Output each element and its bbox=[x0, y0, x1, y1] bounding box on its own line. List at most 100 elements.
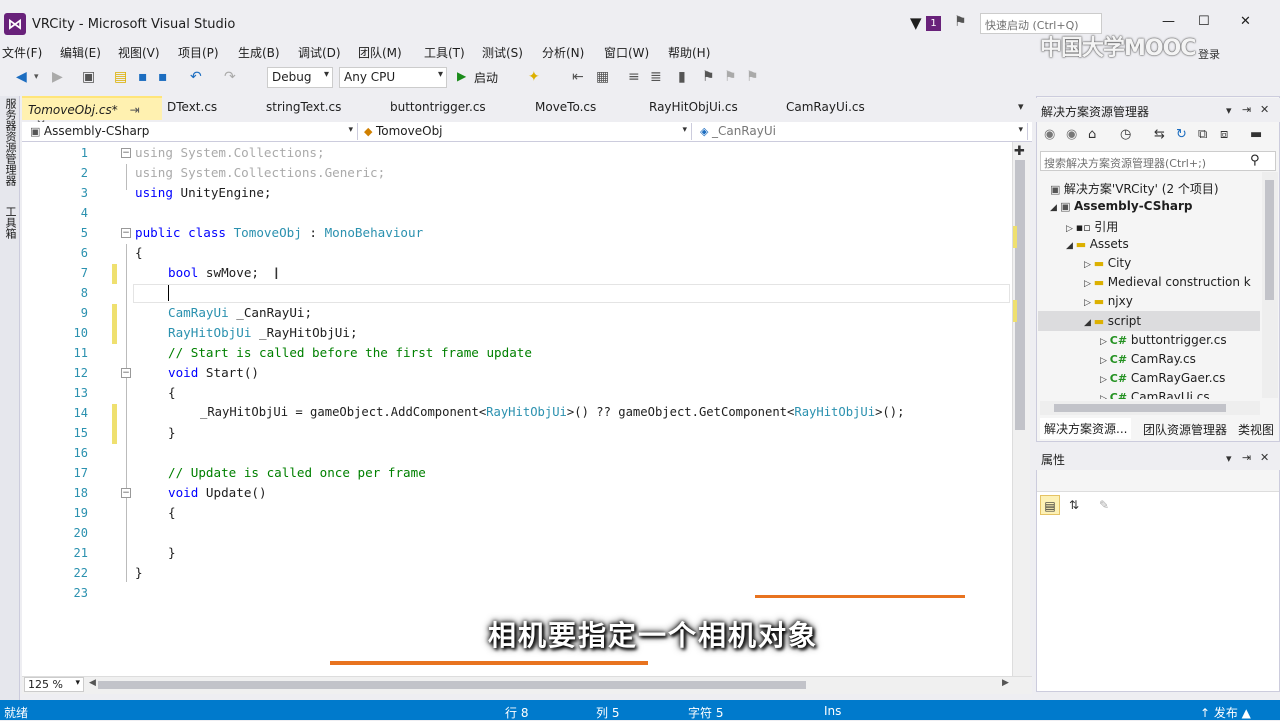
forward-icon[interactable]: ▶ bbox=[52, 69, 63, 85]
menu-help[interactable]: 帮助(H) bbox=[668, 44, 710, 61]
collapse-toggle-icon[interactable]: − bbox=[121, 368, 131, 378]
collapsed-triangle-icon[interactable]: ▷ bbox=[1084, 260, 1094, 270]
server-explorer-tab[interactable]: 服务器资源管理器 bbox=[2, 98, 18, 186]
home-icon[interactable]: ⌂ bbox=[1088, 127, 1096, 142]
split-icon[interactable]: ✚ bbox=[1014, 144, 1025, 159]
solution-search-input[interactable]: 搜索解决方案资源管理器(Ctrl+;) bbox=[1040, 151, 1276, 171]
toolbox-tab[interactable]: 工具箱 bbox=[2, 206, 18, 239]
tab-moveto[interactable]: MoveTo.cs bbox=[535, 100, 596, 114]
collapse-toggle-icon[interactable]: − bbox=[121, 148, 131, 158]
menu-tools[interactable]: 工具(T) bbox=[424, 44, 465, 61]
tree-item-assembly-csharp[interactable]: ◢ ▣ Assembly-CSharp bbox=[1050, 199, 1193, 213]
collapse-toggle-icon[interactable]: − bbox=[121, 488, 131, 498]
tab-camrayui[interactable]: CamRayUi.cs bbox=[786, 100, 865, 114]
back-icon[interactable]: ◉ bbox=[1044, 127, 1055, 142]
menu-file[interactable]: 文件(F) bbox=[2, 44, 42, 61]
menu-test[interactable]: 测试(S) bbox=[482, 44, 523, 61]
pin-icon[interactable]: ⇥ bbox=[130, 103, 140, 117]
solution-config-select[interactable]: Debug ▾ bbox=[267, 67, 333, 88]
step-icon[interactable]: ⇤ bbox=[572, 69, 584, 85]
tree-item-references[interactable]: ▷ ▪▫ 引用 bbox=[1066, 218, 1118, 235]
collapsed-triangle-icon[interactable]: ▷ bbox=[1100, 375, 1110, 385]
comment-icon[interactable]: ▦ bbox=[596, 69, 609, 85]
menu-analyze[interactable]: 分析(N) bbox=[542, 44, 584, 61]
close-panel-icon[interactable]: ✕ bbox=[1260, 103, 1269, 116]
tab-tomoveobj[interactable]: TomoveObj.cs* ⇥ ✕ bbox=[22, 96, 162, 131]
scroll-left-icon[interactable]: ◀ bbox=[89, 678, 96, 688]
login-link[interactable]: 登录 bbox=[1198, 46, 1220, 62]
expanded-triangle-icon[interactable]: ◢ bbox=[1066, 241, 1076, 251]
zoom-select[interactable]: 125 % ▾ bbox=[24, 677, 84, 692]
collapsed-triangle-icon[interactable]: ▷ bbox=[1100, 356, 1110, 366]
indent-icon[interactable]: ≡ bbox=[628, 69, 640, 85]
refresh-icon[interactable]: ↻ bbox=[1176, 127, 1187, 142]
class-dropdown[interactable]: ◆ TomoveObj ▾ bbox=[360, 123, 692, 140]
tab-stringtext[interactable]: stringText.cs bbox=[266, 100, 341, 114]
tree-item-buttontrigger[interactable]: ▷ C# buttontrigger.cs bbox=[1100, 333, 1227, 347]
collapsed-triangle-icon[interactable]: ▷ bbox=[1100, 394, 1110, 399]
alphabetical-icon[interactable]: ⇅ bbox=[1064, 495, 1084, 515]
menu-project[interactable]: 项目(P) bbox=[178, 44, 219, 61]
horizontal-scroll-thumb[interactable] bbox=[98, 681, 806, 689]
menu-debug[interactable]: 调试(D) bbox=[298, 44, 341, 61]
collapse-all-icon[interactable]: ⧉ bbox=[1198, 127, 1207, 142]
menu-edit[interactable]: 编辑(E) bbox=[60, 44, 101, 61]
menu-team[interactable]: 团队(M) bbox=[358, 44, 402, 61]
solution-hscroll-thumb[interactable] bbox=[1054, 404, 1226, 412]
show-all-files-icon[interactable]: ⧈ bbox=[1220, 127, 1228, 142]
panel-dropdown-icon[interactable]: ▾ bbox=[1226, 452, 1232, 465]
tree-item-script[interactable]: ◢ ▬ script bbox=[1084, 314, 1141, 328]
properties-icon[interactable]: ▬ bbox=[1250, 127, 1262, 142]
collapsed-triangle-icon[interactable]: ▷ bbox=[1066, 224, 1076, 234]
project-dropdown[interactable]: ▣ Assembly-CSharp ▾ bbox=[26, 123, 358, 140]
collapsed-triangle-icon[interactable]: ▷ bbox=[1100, 337, 1110, 347]
tree-item-camray[interactable]: ▷ C# CamRay.cs bbox=[1100, 352, 1196, 366]
scroll-right-icon[interactable]: ▶ bbox=[1002, 678, 1009, 688]
prev-bookmark-icon[interactable]: ⚑ bbox=[702, 69, 715, 85]
bookmark-icon[interactable]: ▮ bbox=[678, 69, 686, 85]
tab-rayhitobjui[interactable]: RayHitObjUi.cs bbox=[649, 100, 738, 114]
save-all-icon[interactable]: ▪ bbox=[158, 69, 168, 85]
history-icon[interactable]: ◷ bbox=[1120, 127, 1131, 142]
clear-bookmark-icon[interactable]: ⚑ bbox=[746, 69, 759, 85]
menu-view[interactable]: 视图(V) bbox=[118, 44, 160, 61]
start-button[interactable]: 启动 bbox=[474, 69, 498, 86]
collapsed-triangle-icon[interactable]: ▷ bbox=[1084, 298, 1094, 308]
tab-team-explorer[interactable]: 团队资源管理器 bbox=[1143, 421, 1227, 438]
pin-icon[interactable]: ⇥ bbox=[1242, 451, 1251, 464]
tree-item-njxy[interactable]: ▷ ▬ njxy bbox=[1084, 294, 1133, 308]
tab-buttontrigger[interactable]: buttontrigger.cs bbox=[390, 100, 486, 114]
find-icon[interactable]: ✦ bbox=[528, 69, 540, 85]
categorized-icon[interactable]: ▤ bbox=[1040, 495, 1060, 515]
feedback-icon[interactable]: ⚑ bbox=[954, 14, 967, 30]
tab-list-dropdown-icon[interactable]: ▾ bbox=[1018, 100, 1024, 113]
close-panel-icon[interactable]: ✕ bbox=[1260, 451, 1269, 464]
property-pages-icon[interactable]: ✎ bbox=[1094, 495, 1114, 515]
save-icon[interactable]: ▪ bbox=[138, 69, 148, 85]
notification-flag-icon[interactable]: ▼ bbox=[910, 14, 922, 32]
sync-icon[interactable]: ⇆ bbox=[1154, 127, 1165, 142]
pin-icon[interactable]: ⇥ bbox=[1242, 103, 1251, 116]
panel-dropdown-icon[interactable]: ▾ bbox=[1226, 104, 1232, 117]
back-icon[interactable]: ◀ bbox=[16, 69, 27, 85]
back-dropdown-icon[interactable]: ▾ bbox=[34, 72, 39, 82]
tree-item-assets[interactable]: ◢ ▬ Assets bbox=[1066, 237, 1129, 251]
redo-icon[interactable]: ↷ bbox=[224, 69, 236, 85]
member-dropdown[interactable]: ◈ _CanRayUi ▾ bbox=[696, 123, 1028, 140]
editor-scroll-thumb[interactable] bbox=[1015, 160, 1025, 430]
tab-class-view[interactable]: 类视图 bbox=[1238, 421, 1274, 438]
solution-platform-select[interactable]: Any CPU ▾ bbox=[339, 67, 447, 88]
tree-item-solution[interactable]: ▣ 解决方案'VRCity' (2 个项目) bbox=[1050, 180, 1219, 197]
collapse-toggle-icon[interactable]: − bbox=[121, 228, 131, 238]
forward-icon[interactable]: ◉ bbox=[1066, 127, 1077, 142]
close-window-icon[interactable]: ✕ bbox=[1240, 14, 1251, 29]
tree-item-medieval[interactable]: ▷ ▬ Medieval construction k bbox=[1084, 275, 1260, 289]
solution-scroll-thumb[interactable] bbox=[1265, 180, 1274, 300]
next-bookmark-icon[interactable]: ⚑ bbox=[724, 69, 737, 85]
tab-solution-explorer[interactable]: 解决方案资源... bbox=[1040, 418, 1132, 439]
expanded-triangle-icon[interactable]: ◢ bbox=[1050, 203, 1060, 213]
open-file-icon[interactable]: ▤ bbox=[114, 69, 127, 85]
start-play-icon[interactable]: ▶ bbox=[457, 69, 466, 83]
tree-item-camrayui[interactable]: ▷ C# CamRayUi.cs bbox=[1100, 390, 1210, 399]
tree-item-city[interactable]: ▷ ▬ City bbox=[1084, 256, 1131, 270]
